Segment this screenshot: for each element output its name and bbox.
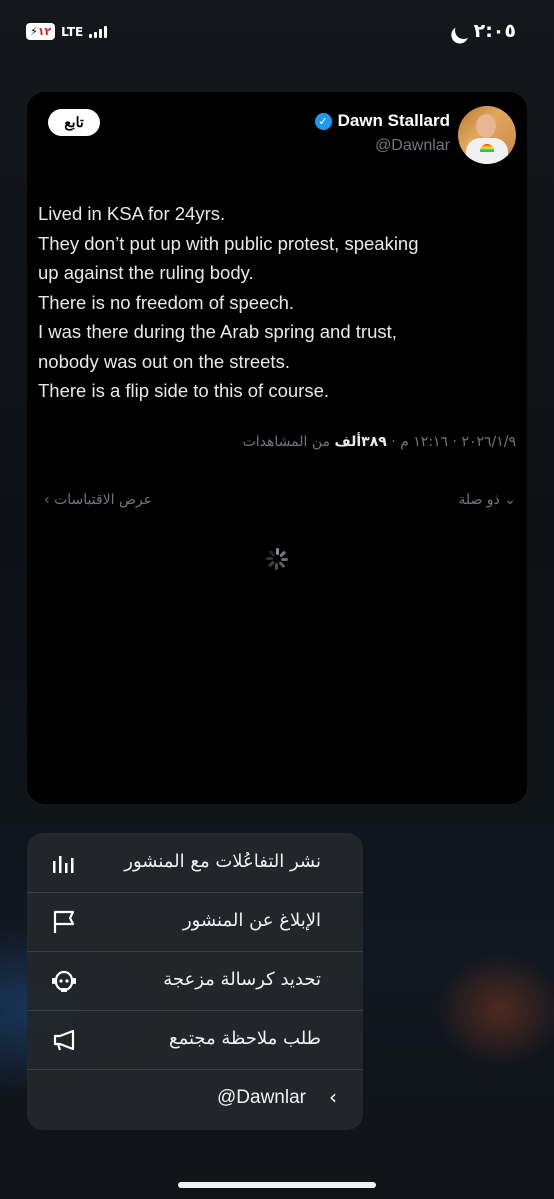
author-name-row[interactable]: ✓ Dawn Stallard bbox=[314, 111, 450, 131]
tweet-line: They don’t put up with public protest, s… bbox=[38, 232, 419, 254]
views-count: ٣٨٩ألف bbox=[334, 434, 387, 450]
menu-item-post-engagements[interactable]: نشر التفاعُلات مع المنشور bbox=[27, 833, 363, 893]
tweet-line: There is no freedom of speech. bbox=[38, 291, 295, 313]
status-bar: ⚡١٢ LTE ٢:٠٥ bbox=[0, 0, 554, 64]
tweet-timestamp: ٢٠٢٦/١/٩ · ١٢:١٦ م · bbox=[386, 434, 516, 450]
loading-spinner-icon bbox=[266, 548, 288, 570]
menu-item-report-post[interactable]: الإبلاغ عن المنشور bbox=[27, 892, 363, 952]
status-time: ٢:٠٥ bbox=[473, 20, 516, 42]
context-menu: نشر التفاعُلات مع المنشور الإبلاغ عن الم… bbox=[27, 833, 363, 1130]
home-indicator[interactable] bbox=[178, 1182, 376, 1188]
flag-icon bbox=[53, 910, 75, 933]
views-label: من المشاهدات bbox=[242, 434, 335, 450]
analytics-icon bbox=[53, 856, 74, 873]
menu-item-account[interactable]: ‹ @Dawnlar bbox=[27, 1069, 363, 1128]
avatar[interactable] bbox=[458, 106, 516, 164]
tweet-line: There is a flip side to this of course. bbox=[38, 380, 329, 401]
author-display-name: Dawn Stallard bbox=[337, 111, 450, 130]
chevron-down-icon: ⌄ bbox=[504, 492, 516, 508]
tweet-card: تابع ✓ Dawn Stallard @Dawnlar Lived in K… bbox=[27, 92, 527, 804]
author-handle[interactable]: @Dawnlar bbox=[375, 137, 450, 155]
moon-icon bbox=[453, 20, 475, 42]
tweet-line: I was there during the Arab spring and t… bbox=[38, 321, 397, 342]
megaphone-icon bbox=[53, 1029, 75, 1051]
tweet-line: nobody was out on the streets. bbox=[38, 350, 290, 372]
network-type: LTE bbox=[61, 24, 84, 39]
signal-icon bbox=[89, 25, 108, 38]
verified-badge-icon: ✓ bbox=[314, 112, 332, 130]
tweet-meta: ٢٠٢٦/١/٩ · ١٢:١٦ م · ٣٨٩ألف من المشاهدات bbox=[243, 434, 516, 450]
related-dropdown[interactable]: ذو صلة ⌄ bbox=[458, 492, 516, 508]
chevron-left-icon: ‹ bbox=[329, 1085, 337, 1109]
chevron-left-icon: ‹ bbox=[44, 492, 50, 508]
follow-button[interactable]: تابع bbox=[48, 109, 100, 136]
related-label: ذو صلة bbox=[458, 492, 500, 508]
tweet-line: up against the ruling body. bbox=[38, 262, 254, 283]
tweet-text: Lived in KSA for 24yrs. They don’t put u… bbox=[38, 199, 513, 406]
status-left: ⚡١٢ LTE bbox=[26, 23, 108, 40]
tweet-line: Lived in KSA for 24yrs. bbox=[38, 203, 226, 224]
menu-item-mark-spam[interactable]: تحديد كرسالة مزعجة bbox=[27, 951, 363, 1011]
quotes-label: عرض الاقتباسات bbox=[54, 492, 152, 508]
spam-robot-icon bbox=[52, 970, 76, 992]
menu-item-community-note[interactable]: طلب ملاحظة مجتمع bbox=[27, 1010, 363, 1070]
battery-indicator: ⚡١٢ bbox=[26, 23, 56, 40]
view-quotes-link[interactable]: ‹ عرض الاقتباسات bbox=[44, 492, 152, 508]
